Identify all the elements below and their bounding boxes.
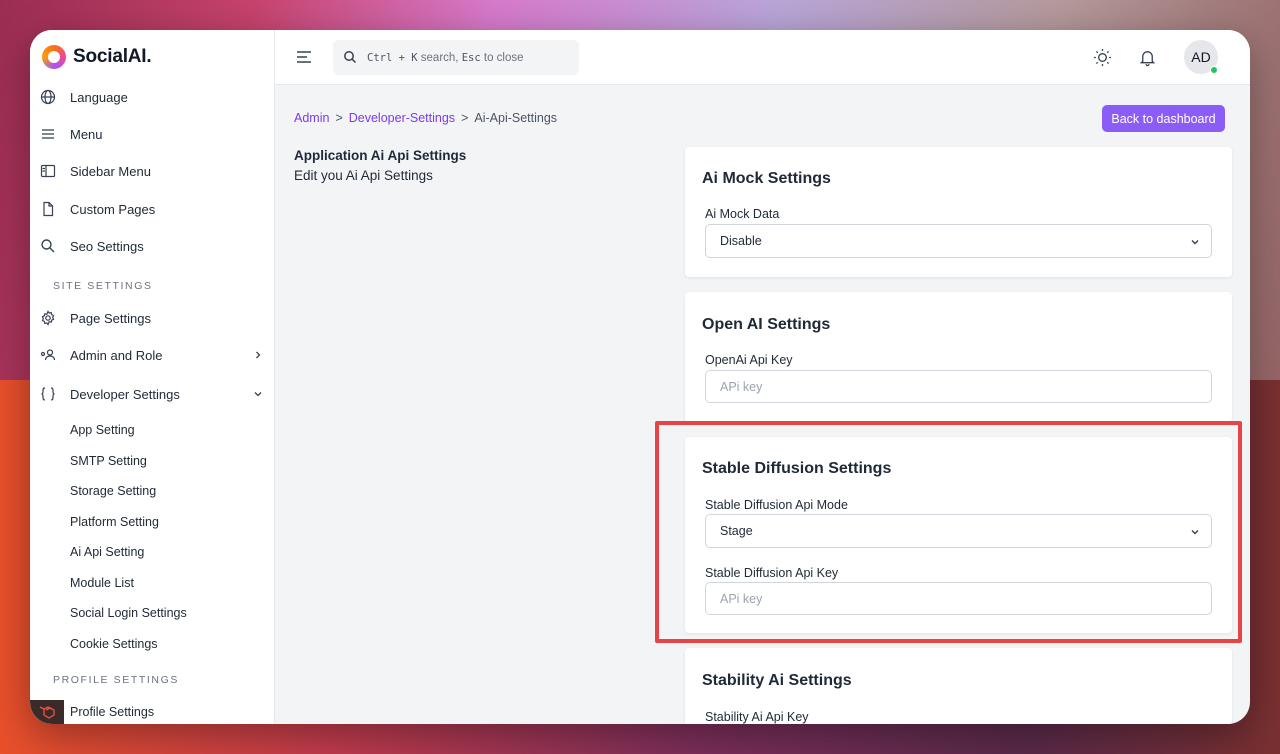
chevron-down-icon: [1191, 240, 1199, 245]
field-label: OpenAi Api Key: [705, 353, 793, 367]
highlight-box: [655, 421, 1242, 643]
brand-name: SocialAI.: [73, 46, 152, 67]
online-status-dot: [1210, 66, 1218, 74]
card-title: Open AI Settings: [702, 316, 831, 333]
sidebar-item-page-settings[interactable]: Page Settings: [30, 303, 275, 333]
page-subtitle: Edit you Ai Api Settings: [294, 168, 433, 183]
field-label: Ai Mock Data: [705, 207, 780, 221]
sidebar-item-label: Menu: [70, 126, 103, 142]
openai-api-key-input[interactable]: APi key: [705, 370, 1212, 403]
ai-mock-data-select[interactable]: Disable: [705, 224, 1212, 258]
users-icon: [40, 349, 56, 361]
avatar-initials: AD: [1191, 49, 1211, 65]
laravel-logo-icon: [30, 700, 64, 724]
sidebar-subitem-smtp-setting[interactable]: SMTP Setting: [70, 454, 147, 468]
file-icon: [43, 201, 54, 217]
sidebar-subitem-platform-setting[interactable]: Platform Setting: [70, 515, 159, 529]
card-title: Stability Ai Settings: [702, 672, 852, 689]
braces-icon: [41, 387, 55, 401]
app-window: SocialAI. Language Menu Sidebar Menu Cus…: [30, 30, 1250, 724]
search-hint-text: search,: [420, 51, 459, 64]
menu-icon: [42, 129, 54, 139]
sidebar-subitem-ai-api-setting[interactable]: Ai Api Setting: [70, 545, 144, 559]
sidebar-item-label: Sidebar Menu: [70, 163, 151, 179]
breadcrumb-separator: >: [335, 111, 343, 125]
avatar[interactable]: AD: [1184, 40, 1218, 74]
sidebar-item-label: Developer Settings: [70, 386, 180, 402]
search-hint: Ctrl + K search, Esc to close: [367, 52, 524, 64]
bell-icon[interactable]: [1138, 48, 1157, 67]
brand-logo[interactable]: SocialAI.: [42, 44, 152, 70]
select-value: Disable: [720, 234, 762, 248]
sidebar-subitem-cookie-settings[interactable]: Cookie Settings: [70, 637, 158, 651]
sidebar-subitem-storage-setting[interactable]: Storage Setting: [70, 484, 156, 498]
sidebar-item-menu[interactable]: Menu: [30, 119, 275, 149]
globe-icon: [40, 89, 56, 105]
sidebar-subitem-social-login-settings[interactable]: Social Login Settings: [70, 606, 187, 620]
search-shortcut-open: Ctrl + K: [367, 51, 418, 64]
ai-mock-settings-card: Ai Mock Settings Ai Mock Data Disable: [685, 147, 1232, 277]
open-ai-settings-card: Open AI Settings OpenAi Api Key APi key: [685, 292, 1232, 422]
breadcrumb: Admin > Developer-Settings > Ai-Api-Sett…: [294, 111, 557, 125]
section-title-site-settings: SITE SETTINGS: [53, 280, 153, 292]
sidebar-item-language[interactable]: Language: [30, 82, 275, 112]
breadcrumb-developer-settings[interactable]: Developer-Settings: [349, 111, 455, 125]
sidebar-item-custom-pages[interactable]: Custom Pages: [30, 194, 275, 224]
input-placeholder: APi key: [720, 379, 763, 394]
sidebar-subitem-app-setting[interactable]: App Setting: [70, 423, 135, 437]
search-input[interactable]: Ctrl + K search, Esc to close: [333, 40, 579, 75]
sidebar-item-label: Language: [70, 89, 128, 105]
sidebar-item-label: Custom Pages: [70, 201, 156, 217]
sidebar-item-developer-settings[interactable]: Developer Settings: [30, 379, 275, 409]
stability-ai-settings-card: Stability Ai Settings Stability Ai Api K…: [685, 648, 1232, 724]
chevron-right-icon: [256, 351, 261, 359]
field-label: Stability Ai Api Key: [705, 710, 809, 724]
page-title: Application Ai Api Settings: [294, 148, 467, 163]
sidebar-item-label: Page Settings: [70, 310, 151, 326]
search-icon: [344, 51, 357, 64]
top-bar: Ctrl + K search, Esc to close AD: [275, 30, 1250, 85]
sidebar: SocialAI. Language Menu Sidebar Menu Cus…: [30, 30, 275, 724]
sidebar-subitem-module-list[interactable]: Module List: [70, 576, 134, 590]
gear-icon: [41, 310, 55, 326]
sidebar-item-label: Seo Settings: [70, 238, 144, 254]
section-title-profile-settings: PROFILE SETTINGS: [53, 674, 179, 686]
breadcrumb-admin[interactable]: Admin: [294, 111, 329, 125]
breadcrumb-current: Ai-Api-Settings: [474, 111, 558, 125]
search-shortcut-close: Esc: [461, 51, 481, 64]
hamburger-menu-icon[interactable]: [295, 48, 313, 66]
card-title: Ai Mock Settings: [702, 170, 831, 187]
chevron-down-icon: [254, 392, 262, 397]
breadcrumb-separator: >: [461, 111, 469, 125]
logo-icon: [42, 45, 66, 69]
sidebar-item-profile-settings[interactable]: Profile Settings: [70, 705, 154, 719]
sidebar-layout-icon: [40, 164, 56, 178]
sidebar-item-admin-and-role[interactable]: Admin and Role: [30, 340, 275, 370]
search-hint-close-text: to close: [483, 51, 524, 64]
search-icon: [41, 239, 55, 253]
sidebar-item-seo-settings[interactable]: Seo Settings: [30, 231, 275, 261]
sidebar-item-sidebar-menu[interactable]: Sidebar Menu: [30, 156, 275, 186]
sun-icon[interactable]: [1093, 48, 1112, 67]
back-to-dashboard-button[interactable]: Back to dashboard: [1102, 105, 1225, 132]
sidebar-item-label: Admin and Role: [70, 347, 163, 363]
